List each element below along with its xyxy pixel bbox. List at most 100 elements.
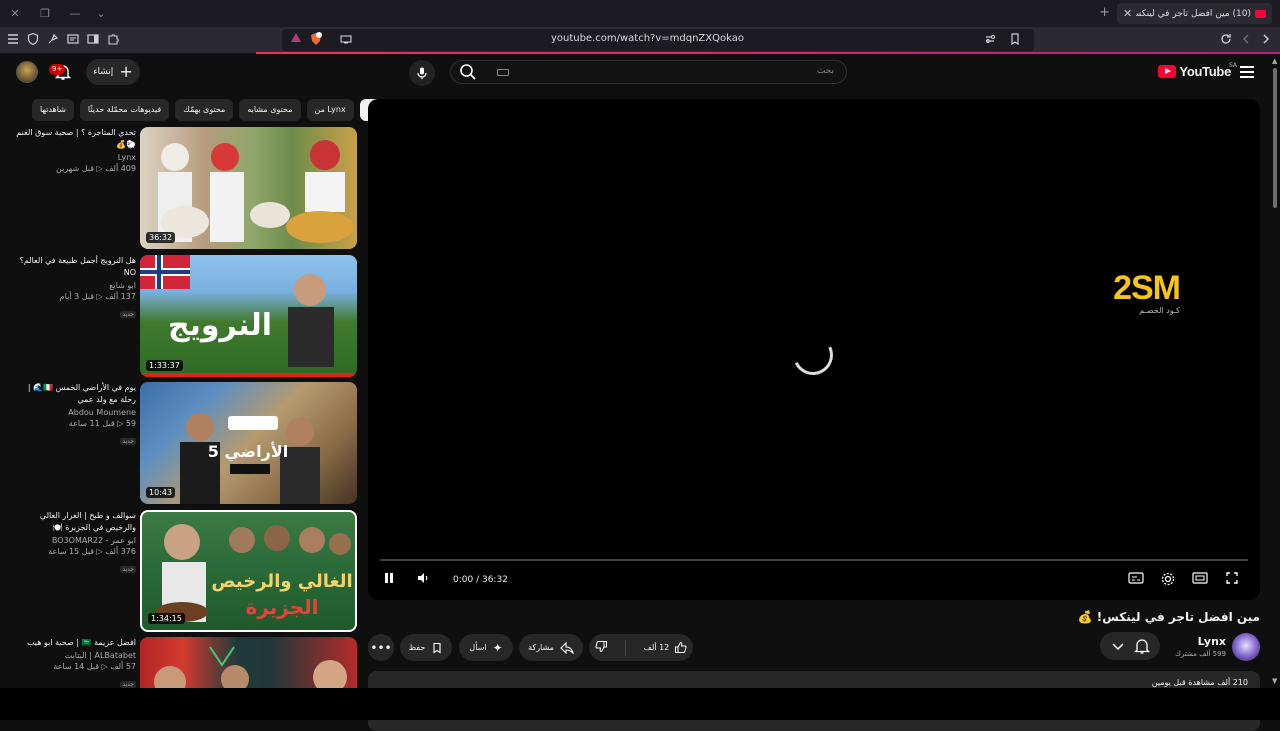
- filter-chips: شاهدتها فيديوهات محمّلة حديثًا محتوى يهم…: [32, 99, 391, 121]
- pause-icon[interactable]: [379, 571, 399, 591]
- recommendation-item[interactable]: النرويج 1:33:37 هل النرويج أجمل طبيعة في…: [16, 255, 358, 377]
- puzzle-icon[interactable]: [105, 32, 121, 48]
- recommendation-item[interactable]: افضل عزيمة 🇸🇦 | صحبة ابو هيب ALBatabet |…: [16, 637, 358, 688]
- channel-name[interactable]: ابو عمر - BO3OMAR22: [16, 536, 136, 545]
- url-bar[interactable]: youtube.com/watch?v=mdqnZXQokao: [282, 29, 1034, 51]
- youtube-logo[interactable]: YouTube SA: [1158, 62, 1237, 79]
- account-avatar[interactable]: [16, 61, 38, 83]
- search-input[interactable]: بحث: [450, 60, 847, 84]
- view-count-date: 210 ألف مشاهدة قبل يومين: [1151, 678, 1248, 687]
- bookmark-icon[interactable]: [1007, 32, 1023, 48]
- browser-tab-active[interactable]: (10) مين افضل تاجر في لينكس!💰 ✕: [1117, 3, 1272, 24]
- video-title[interactable]: سوالف و طبخ | الغرار الغالي والرخيص في ا…: [16, 510, 136, 534]
- brave-rewards-icon[interactable]: [288, 32, 304, 48]
- chip-recently-uploaded[interactable]: فيديوهات محمّلة حديثًا: [79, 99, 170, 121]
- browser-menu-icon[interactable]: [5, 32, 21, 48]
- keyboard-icon[interactable]: [497, 69, 509, 76]
- video-title[interactable]: تحدي المتاجرة ؟ | صحبة سوق الغنم 🐑💰: [16, 127, 136, 151]
- ask-label: اسأل: [469, 643, 487, 652]
- reader-view-icon[interactable]: [65, 32, 81, 48]
- reload-icon[interactable]: [1218, 32, 1234, 48]
- recommendation-item[interactable]: الغالي والرخيص الجزيرة 1:34:15 سوالف و ط…: [16, 510, 358, 632]
- new-badge: جديد: [120, 681, 136, 688]
- save-button[interactable]: حفظ: [400, 634, 452, 661]
- channel-name[interactable]: Lynx: [16, 153, 136, 162]
- scroll-down-icon[interactable]: ▼: [1272, 677, 1277, 685]
- youtube-favicon-icon: [1255, 9, 1266, 18]
- channel-avatar[interactable]: [1232, 633, 1260, 661]
- recommendation-item[interactable]: الأراضي 5 10:43 يوم في الأراضي الخمس 🇮🇹🌊…: [16, 382, 358, 504]
- back-icon[interactable]: [1258, 32, 1274, 48]
- video-player[interactable]: 2SM كـود الخصـم 0:00 / 36:32: [368, 99, 1260, 600]
- chip-watched[interactable]: شاهدتها: [32, 99, 74, 121]
- sidebar-toggle-icon[interactable]: [85, 32, 101, 48]
- video-thumbnail[interactable]: الغالي والرخيص الجزيرة 1:34:15: [140, 510, 357, 632]
- window-minimize-icon[interactable]: —: [66, 5, 84, 23]
- video-thumbnail[interactable]: 36:32: [140, 127, 357, 249]
- more-dots-icon: •••: [370, 640, 392, 655]
- video-stats: 137 ألف ▷ قبل 3 أيام: [59, 292, 136, 301]
- extensions-icon[interactable]: [45, 32, 61, 48]
- share-button[interactable]: مشاركة: [519, 634, 583, 661]
- ask-button[interactable]: ✦ اسأل: [459, 634, 513, 661]
- notification-badge: 9+: [49, 64, 66, 75]
- new-badge: جديد: [120, 566, 136, 573]
- create-label: إنشاء: [93, 67, 114, 77]
- miniplayer-icon[interactable]: [1190, 571, 1210, 591]
- channel-name[interactable]: Abdou Moumene: [16, 408, 136, 417]
- more-actions-button[interactable]: •••: [368, 634, 394, 661]
- dislike-button[interactable]: [595, 640, 608, 655]
- video-duration: 10:43: [146, 487, 176, 498]
- scrollbar-thumb[interactable]: [1273, 68, 1277, 208]
- new-tab-icon[interactable]: +: [1099, 5, 1110, 20]
- chip-for-you[interactable]: محتوى يهمّك: [175, 99, 234, 121]
- shield-icon[interactable]: [25, 32, 41, 48]
- like-dislike-group: 12 ألف: [589, 634, 693, 661]
- svg-text:الغالي والرخيص: الغالي والرخيص: [211, 571, 352, 592]
- player-controls: 0:00 / 36:32: [368, 570, 1260, 592]
- tab-close-icon[interactable]: ✕: [1123, 7, 1132, 20]
- like-divider: [625, 639, 627, 656]
- search-placeholder: بحث: [816, 66, 834, 76]
- brave-shield-icon[interactable]: [308, 32, 324, 48]
- video-title[interactable]: افضل عزيمة 🇸🇦 | صحبة ابو هيب: [16, 637, 136, 649]
- volume-icon[interactable]: [413, 571, 433, 591]
- search-icon[interactable]: [458, 62, 478, 82]
- channel-name[interactable]: ALBatabet | البتابت: [16, 651, 136, 660]
- settings-gear-icon[interactable]: [1158, 571, 1178, 591]
- svg-text:الأراضي 5: الأراضي 5: [208, 442, 288, 462]
- page-scrollbar[interactable]: ▲ ▼: [1270, 54, 1280, 720]
- forward-icon[interactable]: [1238, 32, 1254, 48]
- window-restore-icon[interactable]: ❐: [36, 5, 54, 23]
- video-stats: 57 ألف ▷ قبل 14 ساعة: [53, 662, 136, 671]
- site-settings-icon[interactable]: [982, 32, 998, 48]
- video-duration: 36:32: [146, 232, 176, 243]
- fullscreen-icon[interactable]: [1222, 571, 1242, 591]
- scroll-up-icon[interactable]: ▲: [1272, 57, 1277, 65]
- recommendation-item[interactable]: 36:32 تحدي المتاجرة ؟ | صحبة سوق الغنم 🐑…: [16, 127, 358, 249]
- progress-bar[interactable]: [380, 559, 1248, 561]
- video-title[interactable]: هل النرويج أجمل طبيعة في العالم؟ NO: [16, 255, 136, 279]
- video-thumbnail[interactable]: النرويج 1:33:37: [140, 255, 357, 377]
- chip-related[interactable]: محتوى مشابه: [239, 99, 301, 121]
- hamburger-menu-icon[interactable]: [1238, 63, 1256, 81]
- watermark: 2SM كـود الخصـم: [1113, 269, 1181, 315]
- browser-nav-bar: youtube.com/watch?v=mdqnZXQokao: [0, 27, 1280, 54]
- channel-name[interactable]: ابو شايع: [16, 281, 136, 290]
- like-button[interactable]: 12 ألف: [644, 641, 688, 654]
- channel-name-main[interactable]: Lynx: [1198, 635, 1226, 648]
- region-code: SA: [1228, 62, 1237, 69]
- svg-text:النرويج: النرويج: [168, 308, 272, 343]
- subtitles-icon[interactable]: [1126, 571, 1146, 591]
- video-thumbnail[interactable]: الأراضي 5 10:43: [140, 382, 357, 504]
- chip-from-channel[interactable]: من Lynx: [306, 99, 354, 121]
- subscribed-bell-button[interactable]: [1100, 632, 1160, 660]
- window-close-icon[interactable]: ✕: [6, 5, 24, 23]
- tab-list-chevron-icon[interactable]: ⌄: [92, 5, 110, 23]
- bell-chevron-icon: [1112, 639, 1151, 654]
- video-thumbnail[interactable]: [140, 637, 357, 688]
- video-title[interactable]: يوم في الأراضي الخمس 🇮🇹🌊 | رحلة مع ولد ع…: [16, 382, 136, 406]
- create-button[interactable]: + إنشاء: [86, 59, 140, 85]
- microphone-icon[interactable]: [409, 60, 435, 86]
- cast-icon[interactable]: [338, 32, 354, 48]
